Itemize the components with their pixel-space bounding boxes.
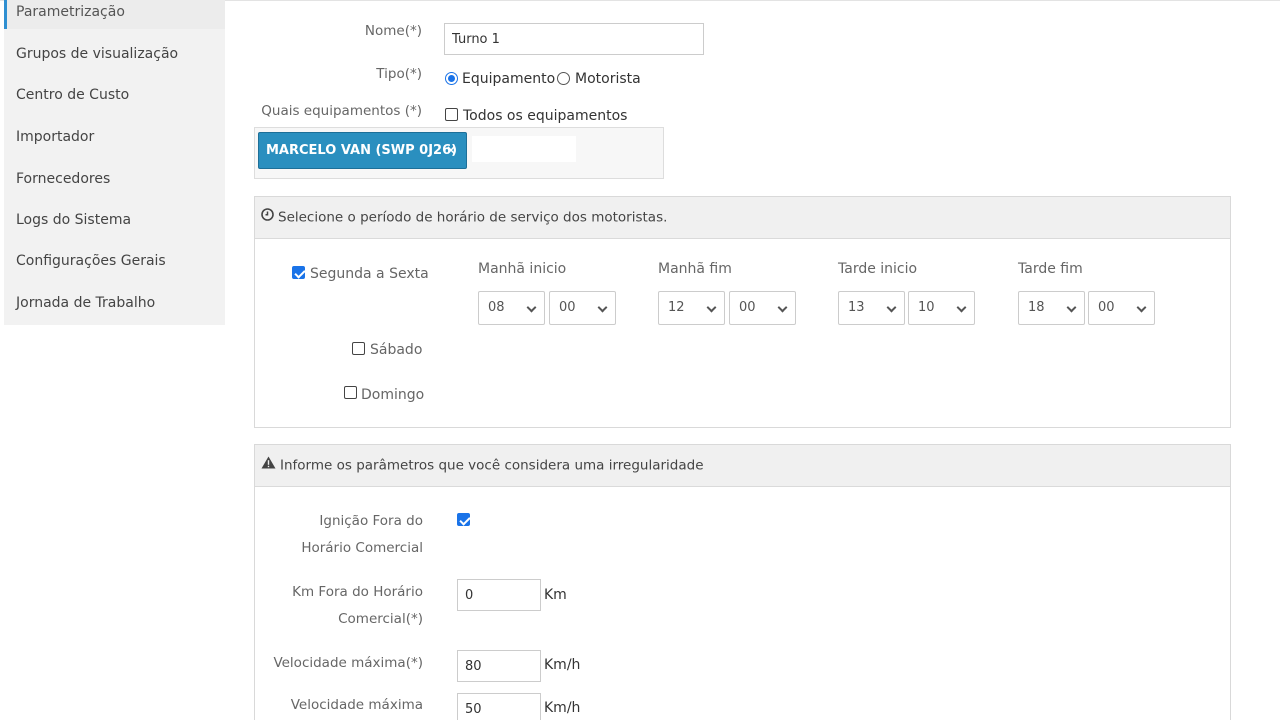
- chevron-down-icon: [886, 302, 897, 313]
- col-tarde-fim: Tarde fim: [1018, 261, 1083, 277]
- manha-fim-minute-select[interactable]: 00: [729, 291, 796, 325]
- manha-inicio-minute-select[interactable]: 00: [549, 291, 616, 325]
- col-tarde-inicio: Tarde inicio: [838, 261, 918, 277]
- sidebar: Parametrização Grupos de visualização Ce…: [4, 0, 225, 325]
- sidebar-item-fornecedores[interactable]: Fornecedores: [4, 163, 225, 196]
- tarde-fim-hour-select[interactable]: 18: [1018, 291, 1085, 325]
- irregularity-panel-header: Informe os parâmetros que você considera…: [255, 445, 1230, 487]
- tarde-inicio-minute-value: 10: [918, 300, 935, 315]
- velocidade-maxima-unit: Km/h: [544, 657, 581, 673]
- irregularity-panel: Informe os parâmetros que você considera…: [254, 444, 1231, 720]
- segunda-sexta-label: Segunda a Sexta: [310, 266, 429, 282]
- ignicao-label-line2: Horário Comercial: [301, 540, 423, 556]
- domingo-checkbox[interactable]: [344, 386, 357, 399]
- sidebar-item-jornada-trabalho[interactable]: Jornada de Trabalho: [4, 287, 225, 320]
- km-input[interactable]: [457, 579, 541, 611]
- tarde-fim-hour-value: 18: [1028, 300, 1045, 315]
- equipamentos-label: Quais equipamentos (*): [261, 103, 422, 119]
- tarde-fim-minute-select[interactable]: 00: [1088, 291, 1155, 325]
- equipment-tag-label: MARCELO VAN (SWP 0J26): [266, 143, 458, 158]
- chevron-down-icon: [1066, 302, 1077, 313]
- velocidade-maxima-input[interactable]: [457, 650, 541, 682]
- velocidade-maxima-2-label: Velocidade máxima: [290, 697, 423, 713]
- sidebar-item-configuracoes-gerais[interactable]: Configurações Gerais: [4, 245, 225, 278]
- sidebar-item-logs-sistema[interactable]: Logs do Sistema: [4, 204, 225, 237]
- sabado-label: Sábado: [370, 342, 423, 358]
- domingo-label: Domingo: [361, 387, 425, 403]
- chevron-down-icon: [777, 302, 788, 313]
- tipo-label: Tipo(*): [376, 66, 422, 82]
- tipo-motorista-radio[interactable]: [557, 72, 570, 85]
- todos-equipamentos-label: Todos os equipamentos: [463, 108, 628, 124]
- tipo-equipamento-label: Equipamento: [462, 71, 556, 87]
- km-label-line1: Km Fora do Horário: [292, 584, 423, 600]
- ignicao-checkbox[interactable]: [457, 513, 470, 526]
- schedule-panel-title: Selecione o período de horário de serviç…: [278, 209, 668, 226]
- sidebar-item-parametrizacao[interactable]: Parametrização: [4, 0, 225, 29]
- manha-inicio-minute-value: 00: [559, 300, 576, 315]
- km-label-line2: Comercial(*): [338, 611, 423, 627]
- col-manha-fim: Manhã fim: [658, 261, 732, 277]
- sidebar-item-grupos-visualizacao[interactable]: Grupos de visualização: [4, 38, 225, 71]
- todos-equipamentos-checkbox[interactable]: [445, 108, 458, 121]
- tarde-inicio-hour-value: 13: [848, 300, 865, 315]
- tarde-inicio-minute-select[interactable]: 10: [908, 291, 975, 325]
- segunda-sexta-checkbox[interactable]: [292, 266, 305, 279]
- chevron-down-icon: [706, 302, 717, 313]
- velocidade-maxima-2-input[interactable]: [457, 693, 541, 720]
- manha-fim-hour-select[interactable]: 12: [658, 291, 725, 325]
- manha-fim-hour-value: 12: [668, 300, 685, 315]
- equipment-tag: MARCELO VAN (SWP 0J26): [258, 132, 467, 169]
- chevron-down-icon: [597, 302, 608, 313]
- sidebar-item-centro-custo[interactable]: Centro de Custo: [4, 79, 225, 112]
- nome-label: Nome(*): [364, 23, 422, 39]
- warning-icon: [261, 445, 276, 486]
- manha-inicio-hour-value: 08: [488, 300, 505, 315]
- tarde-inicio-hour-select[interactable]: 13: [838, 291, 905, 325]
- km-unit: Km: [544, 587, 567, 603]
- nome-input[interactable]: [444, 23, 704, 55]
- tarde-fim-minute-value: 00: [1098, 300, 1115, 315]
- col-manha-inicio: Manhã inicio: [478, 261, 567, 277]
- schedule-panel-header: Selecione o período de horário de serviç…: [255, 197, 1230, 239]
- sabado-checkbox[interactable]: [352, 342, 365, 355]
- manha-inicio-hour-select[interactable]: 08: [478, 291, 545, 325]
- velocidade-maxima-label: Velocidade máxima(*): [273, 655, 423, 671]
- manha-fim-minute-value: 00: [739, 300, 756, 315]
- chevron-down-icon: [1136, 302, 1147, 313]
- tag-remove-icon[interactable]: ×: [446, 143, 456, 157]
- equipamentos-search-input[interactable]: [472, 136, 576, 162]
- velocidade-maxima-2-unit: Km/h: [544, 700, 581, 716]
- tipo-motorista-label: Motorista: [575, 71, 641, 87]
- ignicao-label-line1: Ignição Fora do: [319, 513, 423, 529]
- chevron-down-icon: [526, 302, 537, 313]
- irregularity-panel-title: Informe os parâmetros que você considera…: [280, 457, 704, 474]
- tipo-equipamento-radio[interactable]: [445, 72, 458, 85]
- sidebar-item-importador[interactable]: Importador: [4, 121, 225, 154]
- clock-icon: [261, 197, 274, 238]
- chevron-down-icon: [956, 302, 967, 313]
